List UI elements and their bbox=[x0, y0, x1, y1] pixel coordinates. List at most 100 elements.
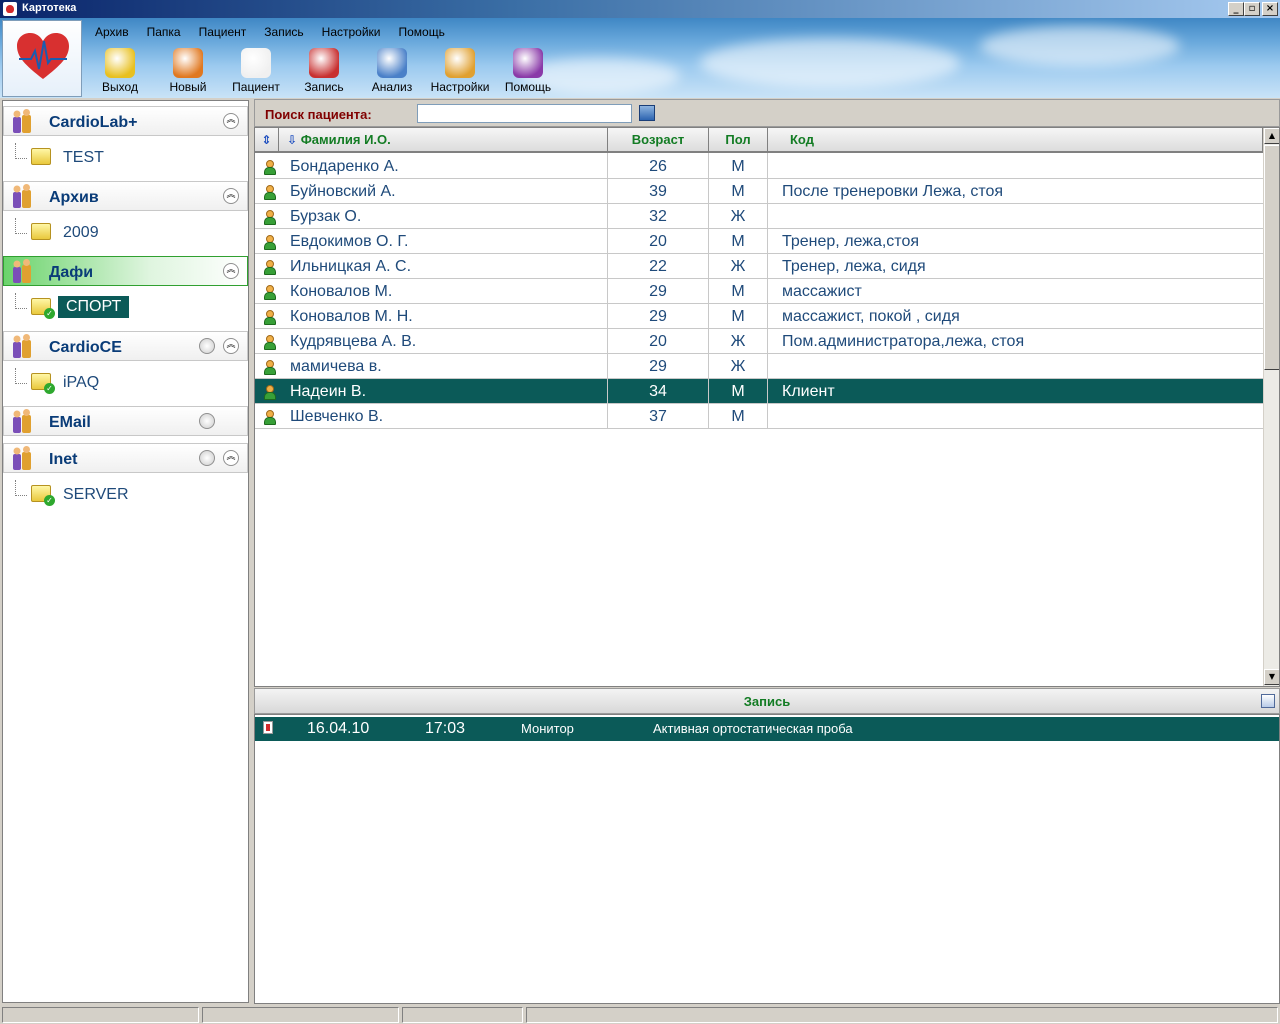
table-row[interactable]: Бондаренко А. 26 М bbox=[255, 154, 1263, 179]
close-button[interactable]: × bbox=[1262, 2, 1278, 16]
patient-code: Тренер, лежа, сидя bbox=[782, 258, 926, 275]
patient-age: 29 bbox=[649, 308, 667, 325]
patient-name: Буйновский А. bbox=[290, 183, 396, 200]
sidebar-group-4[interactable]: EMail bbox=[3, 406, 248, 436]
patient-code bbox=[782, 154, 1260, 179]
sidebar-group-1[interactable]: Архив ︽ bbox=[3, 181, 248, 211]
table-row[interactable]: Ильницкая А. С. 22 Ж Тренер, лежа, сидя bbox=[255, 254, 1263, 279]
toolbar-button-4[interactable]: Анализ bbox=[358, 46, 426, 96]
table-row[interactable]: Буйновский А. 39 М После тренеровки Лежа, с… bbox=[255, 179, 1263, 204]
analysis-computer-icon bbox=[377, 48, 407, 78]
scroll-up-icon[interactable]: ▲ bbox=[1264, 128, 1279, 144]
collapse-icon[interactable]: ︽ bbox=[223, 450, 239, 466]
connection-status-icon[interactable] bbox=[199, 413, 215, 429]
patient-sex: Ж bbox=[730, 208, 746, 225]
patient-icon bbox=[263, 335, 276, 350]
patient-code: Тренер, лежа,стоя bbox=[782, 233, 920, 250]
patient-code bbox=[782, 404, 1260, 429]
patient-table: ⇕ ⇩ Фамилия И.О. Возраст Пол Код Бондаре… bbox=[254, 127, 1280, 687]
patient-sex: М bbox=[731, 183, 745, 200]
help-book-icon bbox=[513, 48, 543, 78]
menu-record[interactable]: Запись bbox=[255, 22, 312, 44]
tree-connector bbox=[15, 368, 27, 384]
email-folder-icon bbox=[10, 409, 36, 435]
menu-settings[interactable]: Настройки bbox=[313, 22, 390, 44]
collapse-icon[interactable]: ︽ bbox=[223, 338, 239, 354]
toolbar-button-2[interactable]: Пациент bbox=[222, 46, 290, 96]
scrollbar-thumb[interactable] bbox=[1264, 145, 1279, 370]
header-area: Архив Папка Пациент Запись Настройки Пом… bbox=[0, 18, 1280, 98]
sidebar-group-2[interactable]: Дафи ︽ bbox=[3, 256, 248, 286]
menu-patient[interactable]: Пациент bbox=[190, 22, 256, 44]
patient-table-scrollbar[interactable]: ▲ ▼ bbox=[1263, 128, 1279, 686]
status-panel bbox=[402, 1007, 523, 1023]
toolbar-button-0[interactable]: Выход bbox=[86, 46, 154, 96]
toolbar-button-label: Пациент bbox=[232, 80, 280, 94]
sidebar-group-0[interactable]: CardioLab+ ︽ bbox=[3, 106, 248, 136]
scroll-down-icon[interactable]: ▼ bbox=[1264, 669, 1279, 685]
table-row[interactable]: Шевченко В. 37 М bbox=[255, 404, 1263, 429]
table-row[interactable]: Кудрявцева А. В. 20 Ж Пом.администратора,ле… bbox=[255, 329, 1263, 354]
minimize-button[interactable]: _ bbox=[1228, 2, 1244, 16]
footprints-icon bbox=[105, 48, 135, 78]
record-time: 17:03 bbox=[425, 720, 466, 737]
patient-code bbox=[782, 354, 1260, 379]
folder-icon bbox=[31, 485, 55, 506]
sidebar-folder-1[interactable]: 2009 bbox=[3, 218, 248, 246]
sidebar-group-label: CardioLab+ bbox=[49, 114, 138, 131]
collapse-icon[interactable]: ︽ bbox=[223, 188, 239, 204]
toolbar-button-6[interactable]: Помощь bbox=[494, 46, 562, 96]
table-row[interactable]: Бурзак О. 32 Ж bbox=[255, 204, 1263, 229]
menu-help[interactable]: Помощь bbox=[390, 22, 454, 44]
connection-status-icon[interactable] bbox=[199, 450, 215, 466]
table-row[interactable]: Надеин В. 34 М Клиент bbox=[255, 379, 1263, 404]
patient-table-header: ⇕ ⇩ Фамилия И.О. Возраст Пол Код bbox=[255, 128, 1263, 153]
patient-name: Коновалов М. bbox=[290, 283, 393, 300]
sidebar-folder-label: iPAQ bbox=[63, 374, 100, 391]
collapse-icon[interactable]: ︽ bbox=[223, 113, 239, 129]
title-bar[interactable]: Картотека _ ▫ × bbox=[0, 0, 1280, 18]
collapse-icon[interactable]: ︽ bbox=[223, 263, 239, 279]
status-panel bbox=[2, 1007, 199, 1023]
column-header-sex[interactable]: Пол bbox=[709, 128, 768, 153]
patient-name: мамичева в. bbox=[290, 358, 382, 375]
search-icon[interactable] bbox=[639, 105, 655, 121]
toolbar-button-5[interactable]: Настройки bbox=[426, 46, 494, 96]
table-row[interactable]: Коновалов М. Н. 29 Ммассажист, покой , сид… bbox=[255, 304, 1263, 329]
table-row[interactable]: Коновалов М. 29 Ммассажист bbox=[255, 279, 1263, 304]
toolbar-button-label: Выход bbox=[102, 80, 138, 94]
record-row[interactable]: 16.04.10 17:03 Монитор Активная ортостатиче… bbox=[255, 717, 1279, 741]
maximize-button[interactable]: ▫ bbox=[1244, 2, 1260, 16]
patient-name: Евдокимов О. Г. bbox=[290, 233, 409, 250]
folder-panel: CardioLab+ ︽ TEST Архив ︽ 2009 Дафи ︽ СПОРТ Cardi… bbox=[2, 100, 249, 1003]
tree-connector bbox=[15, 143, 27, 159]
connection-status-icon[interactable] bbox=[199, 338, 215, 354]
sidebar-folder-label: СПОРТ bbox=[58, 296, 130, 318]
column-header-code[interactable]: Код bbox=[768, 128, 1263, 153]
menu-archive[interactable]: Архив bbox=[86, 22, 138, 44]
heart-logo-icon bbox=[17, 33, 69, 79]
table-row[interactable]: Евдокимов О. Г. 20 М Тренер, лежа,стоя bbox=[255, 229, 1263, 254]
menu-folder[interactable]: Папка bbox=[138, 22, 190, 44]
sidebar-group-3[interactable]: CardioCE ︽ bbox=[3, 331, 248, 361]
sidebar-folder-label: SERVER bbox=[63, 486, 129, 503]
sidebar-folder-5[interactable]: SERVER bbox=[3, 480, 248, 508]
records-list: 16.04.10 17:03 Монитор Активная ортостатиче… bbox=[254, 714, 1280, 1004]
patient-age: 39 bbox=[649, 183, 667, 200]
status-panel bbox=[202, 1007, 399, 1023]
column-header-age[interactable]: Возраст bbox=[608, 128, 709, 153]
patient-card-icon bbox=[241, 48, 271, 78]
toolbar-button-3[interactable]: Запись bbox=[290, 46, 358, 96]
sidebar-folder-3[interactable]: iPAQ bbox=[3, 368, 248, 396]
toolbar-button-1[interactable]: Новый bbox=[154, 46, 222, 96]
toolbar: Выход Новый Пациент Запись Анализ Настройки По… bbox=[86, 46, 562, 96]
table-row[interactable]: мамичева в. 29 Ж bbox=[255, 354, 1263, 379]
sort-toggle-header[interactable]: ⇕ bbox=[255, 128, 279, 153]
records-options-icon[interactable] bbox=[1261, 694, 1275, 708]
column-header-name[interactable]: ⇩ Фамилия И.О. bbox=[279, 128, 608, 153]
sidebar-group-5[interactable]: Inet ︽ bbox=[3, 443, 248, 473]
patient-search-input[interactable] bbox=[417, 104, 632, 123]
sidebar-folder-0[interactable]: TEST bbox=[3, 143, 248, 171]
sidebar-folder-2[interactable]: СПОРТ bbox=[3, 293, 248, 321]
patient-code: массажист, покой , сидя bbox=[782, 308, 960, 325]
